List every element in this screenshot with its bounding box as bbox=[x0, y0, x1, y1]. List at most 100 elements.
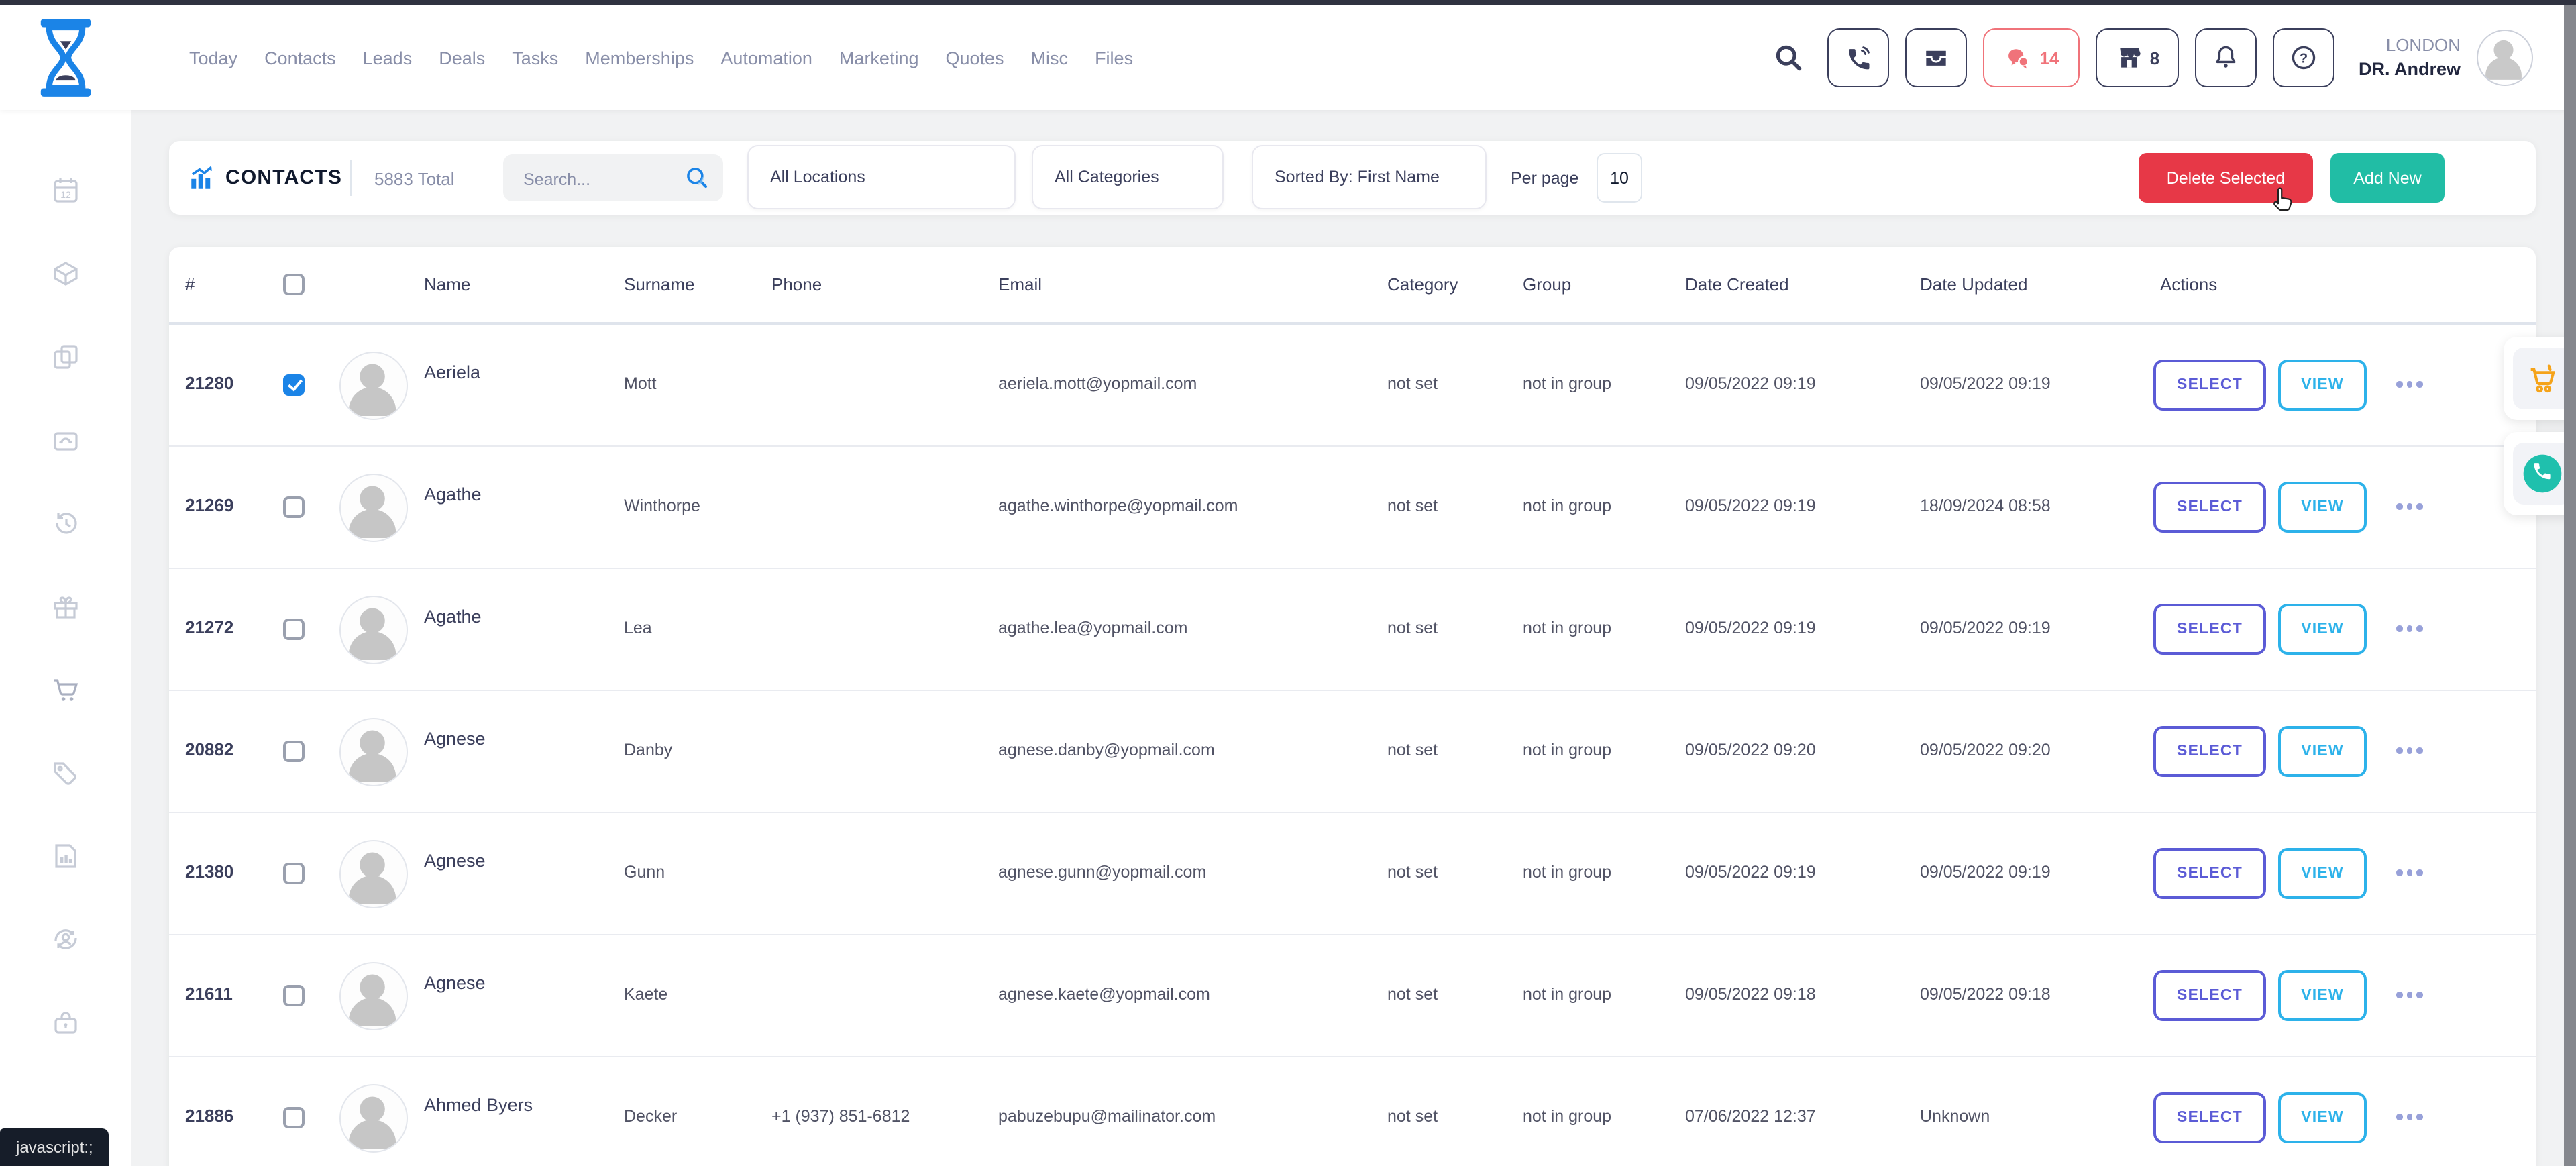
copy-pages-icon[interactable] bbox=[50, 341, 82, 373]
nav-item-today[interactable]: Today bbox=[189, 48, 237, 68]
select-button[interactable]: SELECT bbox=[2153, 1092, 2266, 1143]
row-checkbox[interactable] bbox=[283, 374, 305, 396]
search-input[interactable] bbox=[521, 154, 674, 204]
contact-surname: Winthorpe bbox=[624, 496, 700, 515]
col-header-date-created: Date Created bbox=[1685, 274, 1789, 295]
call-icon bbox=[2520, 451, 2565, 496]
row-checkbox[interactable] bbox=[283, 619, 305, 640]
contact-id: 20882 bbox=[185, 739, 233, 759]
row-more-menu[interactable] bbox=[2396, 869, 2422, 876]
row-checkbox[interactable] bbox=[283, 863, 305, 884]
floating-call-button[interactable] bbox=[2513, 443, 2572, 505]
view-button[interactable]: VIEW bbox=[2278, 360, 2367, 411]
mouse-cursor-icon bbox=[2267, 184, 2300, 219]
hourglass-logo-icon[interactable] bbox=[32, 16, 99, 99]
search-icon[interactable] bbox=[1771, 40, 1806, 75]
view-button[interactable]: VIEW bbox=[2278, 970, 2367, 1021]
nav-item-quotes[interactable]: Quotes bbox=[946, 48, 1004, 68]
window-top-edge bbox=[0, 0, 2576, 5]
row-more-menu[interactable] bbox=[2396, 625, 2422, 631]
row-more-menu[interactable] bbox=[2396, 503, 2422, 509]
view-button[interactable]: VIEW bbox=[2278, 482, 2367, 533]
select-button[interactable]: SELECT bbox=[2153, 726, 2266, 777]
nav-item-marketing[interactable]: Marketing bbox=[839, 48, 919, 68]
inbox-button[interactable] bbox=[1905, 28, 1967, 87]
notifications-button[interactable] bbox=[2195, 28, 2257, 87]
view-button[interactable]: VIEW bbox=[2278, 848, 2367, 899]
phone-icon bbox=[1843, 43, 1873, 72]
help-button[interactable]: ? bbox=[2273, 28, 2334, 87]
calendar-icon[interactable]: 12 bbox=[50, 174, 82, 207]
store-button[interactable]: 8 bbox=[2096, 28, 2179, 87]
select-all-checkbox[interactable] bbox=[283, 274, 305, 295]
col-header-category: Category bbox=[1387, 274, 1458, 295]
contact-group: not in group bbox=[1523, 374, 1611, 393]
row-checkbox[interactable] bbox=[283, 1107, 305, 1128]
gift-icon[interactable] bbox=[50, 590, 82, 623]
filter-locations[interactable]: All Locations bbox=[747, 145, 1016, 209]
select-button[interactable]: SELECT bbox=[2153, 360, 2266, 411]
cart-icon bbox=[2525, 361, 2560, 396]
contact-email: aeriela.mott@yopmail.com bbox=[998, 374, 1197, 393]
contact-category: not set bbox=[1387, 374, 1438, 393]
per-page-value[interactable]: 10 bbox=[1597, 153, 1642, 203]
contact-date-created: 09/05/2022 09:19 bbox=[1685, 496, 1816, 515]
lock-icon[interactable] bbox=[50, 1006, 82, 1039]
select-button[interactable]: SELECT bbox=[2153, 848, 2266, 899]
add-new-button[interactable]: Add New bbox=[2330, 153, 2445, 203]
view-button[interactable]: VIEW bbox=[2278, 604, 2367, 655]
select-button[interactable]: SELECT bbox=[2153, 970, 2266, 1021]
table-row: 21886 Ahmed Byers Decker +1 (937) 851-68… bbox=[169, 1057, 2536, 1166]
nav-item-tasks[interactable]: Tasks bbox=[512, 48, 558, 68]
row-more-menu[interactable] bbox=[2396, 1114, 2422, 1120]
price-tag-icon[interactable] bbox=[50, 757, 82, 789]
row-checkbox[interactable] bbox=[283, 496, 305, 518]
case-sync-icon[interactable] bbox=[50, 424, 82, 456]
nav-item-misc[interactable]: Misc bbox=[1031, 48, 1069, 68]
contact-avatar bbox=[339, 596, 408, 664]
cube-icon[interactable] bbox=[50, 258, 82, 290]
row-more-menu[interactable] bbox=[2396, 381, 2422, 387]
contact-email: agnese.gunn@yopmail.com bbox=[998, 863, 1206, 882]
view-button[interactable]: VIEW bbox=[2278, 1092, 2367, 1143]
nav-item-automation[interactable]: Automation bbox=[720, 48, 812, 68]
select-button[interactable]: SELECT bbox=[2153, 604, 2266, 655]
phone-button[interactable] bbox=[1827, 28, 1889, 87]
user-sync-icon[interactable] bbox=[50, 923, 82, 955]
contact-phone: +1 (937) 851-6812 bbox=[771, 1107, 910, 1126]
nav-item-deals[interactable]: Deals bbox=[439, 48, 485, 68]
inbox-icon bbox=[1921, 43, 1951, 72]
user-avatar[interactable] bbox=[2477, 30, 2533, 86]
floating-cart-button[interactable] bbox=[2513, 348, 2572, 409]
view-button[interactable]: VIEW bbox=[2278, 726, 2367, 777]
chat-button[interactable]: 14 bbox=[1983, 28, 2080, 87]
contact-date-updated: Unknown bbox=[1920, 1107, 1990, 1126]
row-checkbox[interactable] bbox=[283, 741, 305, 762]
history-icon[interactable] bbox=[50, 507, 82, 539]
row-more-menu[interactable] bbox=[2396, 747, 2422, 753]
bell-icon bbox=[2211, 43, 2241, 72]
select-button[interactable]: SELECT bbox=[2153, 482, 2266, 533]
filter-sorted-by[interactable]: Sorted By: First Name bbox=[1252, 145, 1487, 209]
contact-category: not set bbox=[1387, 863, 1438, 882]
contact-avatar bbox=[339, 474, 408, 542]
cart-icon[interactable] bbox=[50, 674, 82, 706]
nav-item-files[interactable]: Files bbox=[1095, 48, 1133, 68]
col-header-name: Name bbox=[424, 274, 470, 295]
row-more-menu[interactable] bbox=[2396, 992, 2422, 998]
contact-id: 21886 bbox=[185, 1106, 233, 1126]
nav-item-leads[interactable]: Leads bbox=[363, 48, 413, 68]
nav-item-memberships[interactable]: Memberships bbox=[585, 48, 694, 68]
contact-date-updated: 09/05/2022 09:19 bbox=[1920, 619, 2051, 637]
filter-categories[interactable]: All Categories bbox=[1032, 145, 1224, 209]
report-icon[interactable] bbox=[50, 840, 82, 872]
row-checkbox[interactable] bbox=[283, 985, 305, 1006]
contact-id: 21380 bbox=[185, 861, 233, 882]
vertical-scrollbar[interactable] bbox=[2564, 5, 2576, 1166]
search-submit-icon[interactable] bbox=[683, 164, 711, 192]
nav-item-contacts[interactable]: Contacts bbox=[264, 48, 336, 68]
contact-name: Agnese bbox=[424, 851, 486, 871]
table-row: 21611 Agnese Kaete agnese.kaete@yopmail.… bbox=[169, 935, 2536, 1057]
contact-group: not in group bbox=[1523, 1107, 1611, 1126]
contact-name: Ahmed Byers bbox=[424, 1095, 533, 1115]
